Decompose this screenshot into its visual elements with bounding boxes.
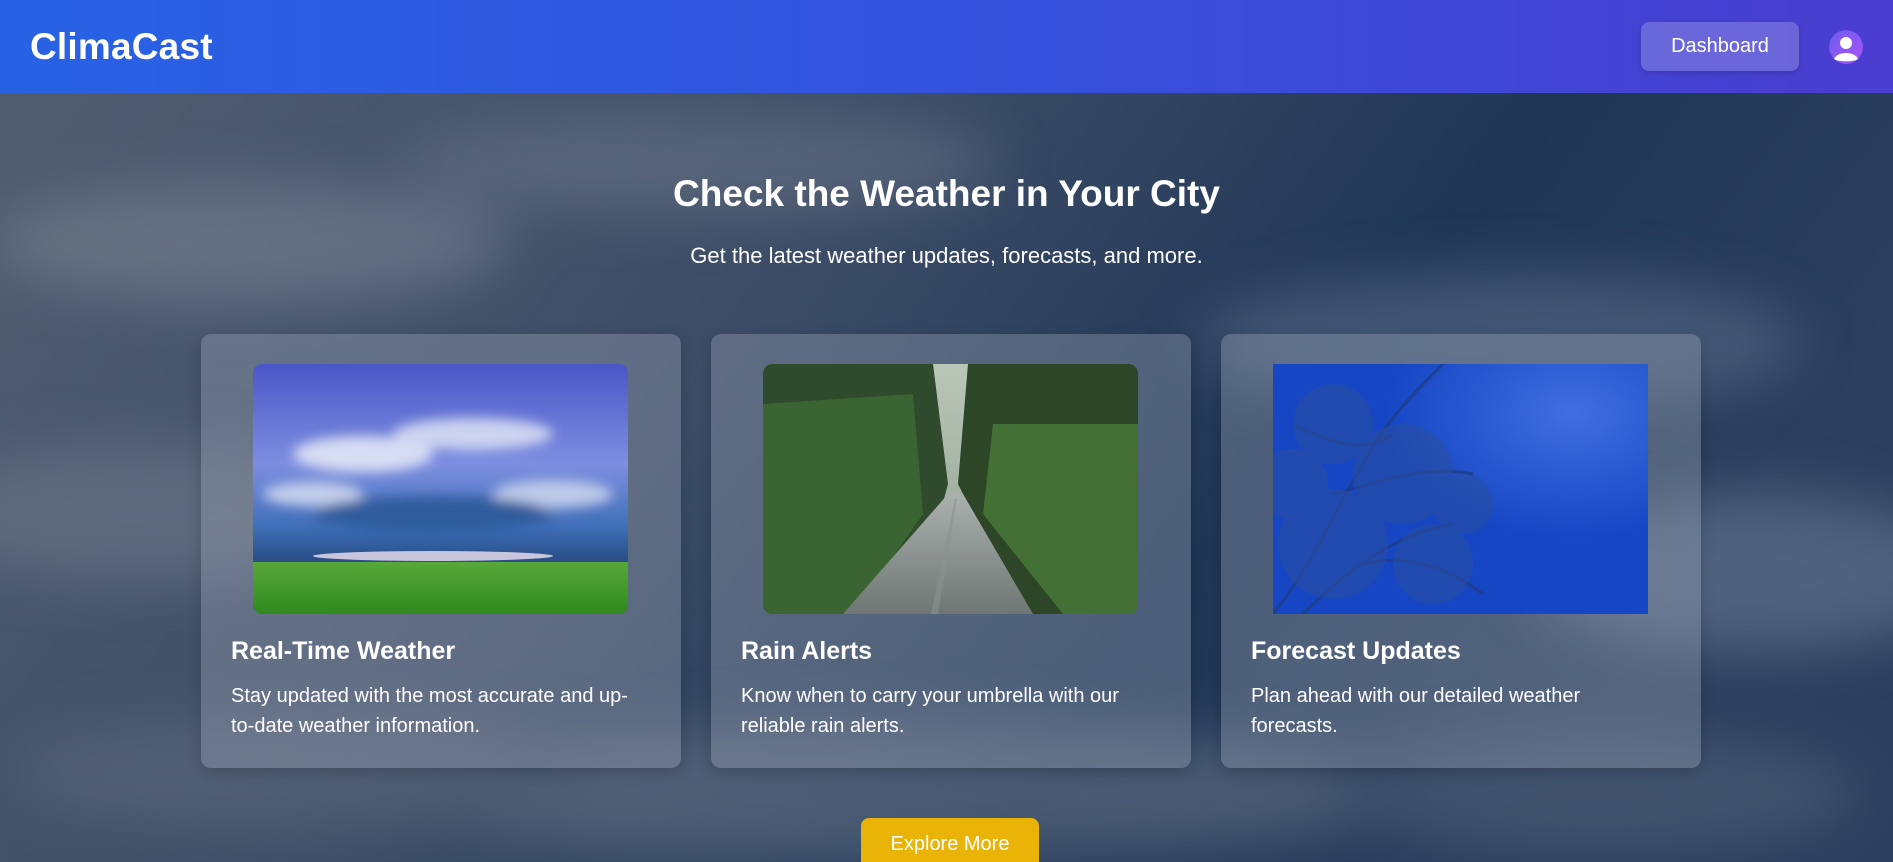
feature-card-real-time-weather[interactable]: Real-Time Weather Stay updated with the … <box>201 334 681 768</box>
card-title: Rain Alerts <box>741 637 873 665</box>
feature-cards: Real-Time Weather Stay updated with the … <box>201 334 1701 768</box>
hero-title: Check the Weather in Your City <box>673 173 1220 214</box>
feature-card-rain-alerts[interactable]: Rain Alerts Know when to carry your umbr… <box>711 334 1191 768</box>
feature-card-forecast-updates[interactable]: Forecast Updates Plan ahead with our det… <box>1221 334 1701 768</box>
top-nav: ClimaCast Dashboard <box>0 0 1893 93</box>
page: ClimaCast Dashboard Check the Weather in… <box>0 0 1893 862</box>
tree-blue-sky-image <box>1273 364 1648 614</box>
user-avatar-icon[interactable] <box>1829 29 1863 64</box>
dashboard-button[interactable]: Dashboard <box>1641 22 1799 71</box>
card-description: Plan ahead with our detailed weather for… <box>1251 685 1581 737</box>
hero-section: Check the Weather in Your City Get the l… <box>0 93 1893 862</box>
card-title: Real-Time Weather <box>231 637 456 665</box>
explore-more-button[interactable]: Explore More <box>861 818 1039 862</box>
hero-subtitle: Get the latest weather updates, forecast… <box>690 243 1203 268</box>
header-actions: Dashboard <box>1641 22 1863 71</box>
rainy-forest-road-image <box>763 364 1138 614</box>
brand-logo[interactable]: ClimaCast <box>30 26 213 68</box>
card-description: Know when to carry your umbrella with ou… <box>741 685 1119 737</box>
storm-field-image <box>253 364 628 614</box>
card-description: Stay updated with the most accurate and … <box>231 685 628 737</box>
card-title: Forecast Updates <box>1251 637 1461 665</box>
